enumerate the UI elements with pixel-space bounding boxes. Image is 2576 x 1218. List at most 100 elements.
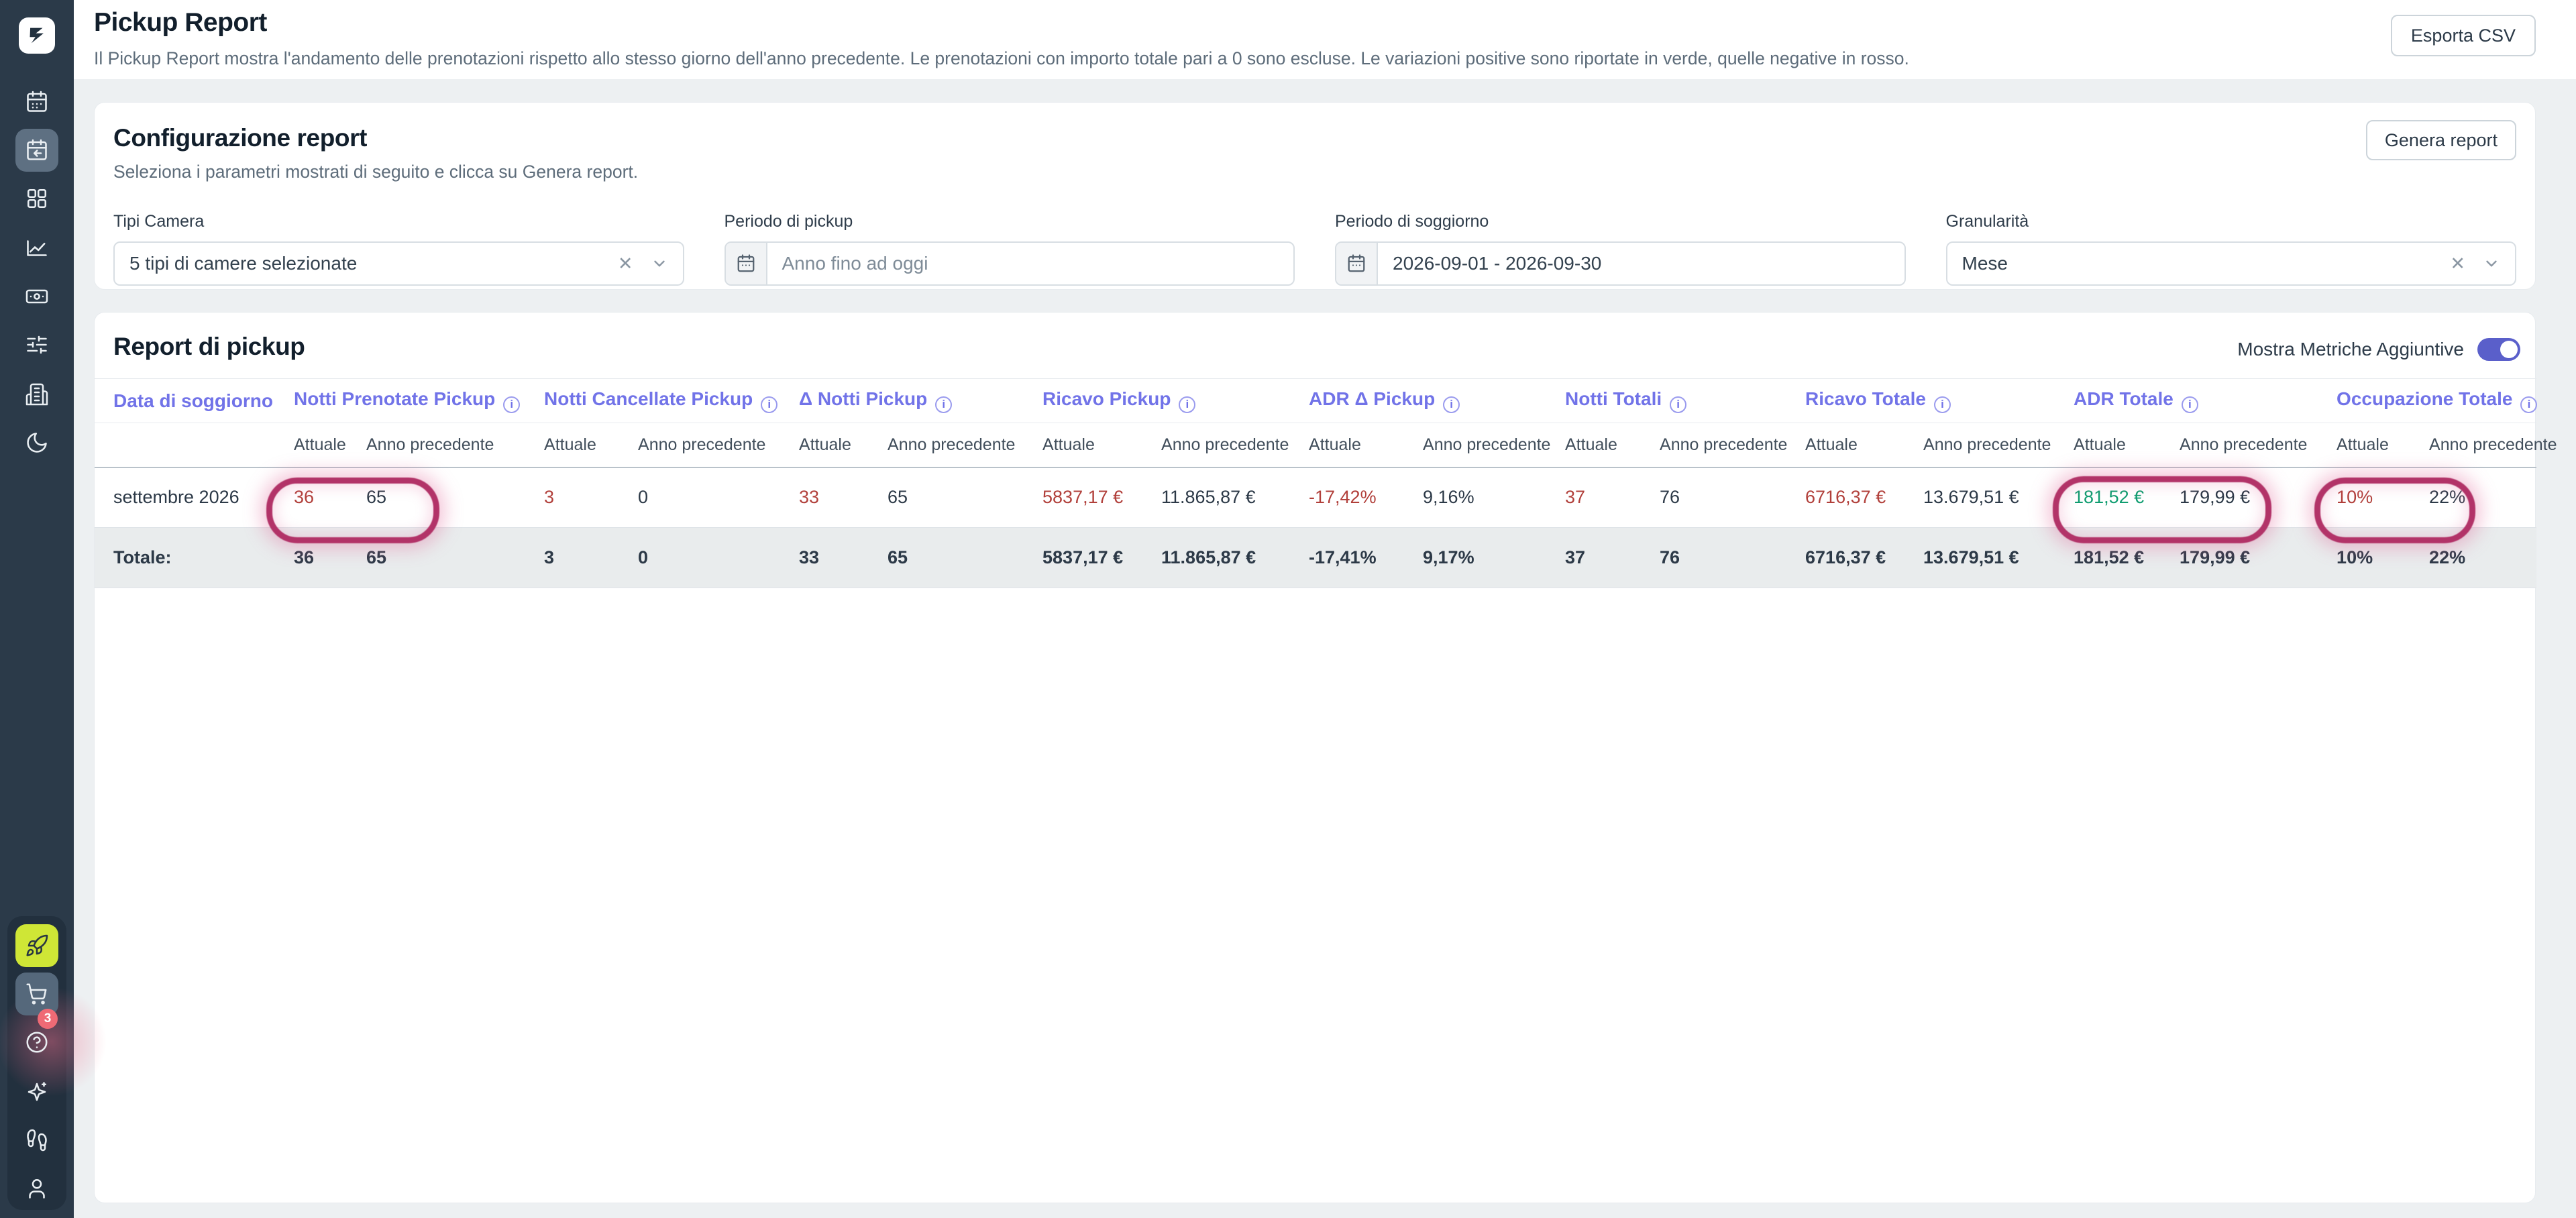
info-icon[interactable]: i <box>761 396 777 413</box>
column-group-header: Notti Cancellate Pickupi <box>544 379 799 423</box>
table-row: settembre 202636653033655837,17 €11.865,… <box>95 467 2536 528</box>
clear-icon[interactable]: ✕ <box>2450 254 2465 274</box>
cell-anno-precedente: 9,17% <box>1423 528 1565 588</box>
sidebar: 3 <box>0 0 74 1218</box>
filter-label: Periodo di soggiorno <box>1335 212 1906 231</box>
subheader-anno-precedente: Anno precedente <box>638 423 799 467</box>
cell-anno-precedente: 65 <box>888 467 1042 528</box>
pickup-report-page: 3 Pickup Report Il Pickup Report mostra … <box>0 0 2576 1218</box>
toggle-switch[interactable] <box>2477 338 2520 361</box>
pickup-table: Data di soggiornoNotti Prenotate Pickupi… <box>95 378 2536 588</box>
cell-attuale: 36 <box>294 528 366 588</box>
generate-report-button[interactable]: Genera report <box>2366 120 2516 160</box>
cell-attuale: 3 <box>544 528 638 588</box>
sparkles-icon <box>25 1080 49 1104</box>
cell-anno-precedente: 13.679,51 € <box>1923 467 2074 528</box>
subheader-attuale: Attuale <box>2074 423 2180 467</box>
subheader-attuale: Attuale <box>1309 423 1423 467</box>
subheader-anno-precedente: Anno precedente <box>1161 423 1309 467</box>
subheader-anno-precedente: Anno precedente <box>1923 423 2074 467</box>
cell-attuale: -17,41% <box>1309 528 1423 588</box>
filter-label: Periodo di pickup <box>724 212 1295 231</box>
info-icon[interactable]: i <box>1179 396 1195 413</box>
info-icon[interactable]: i <box>935 396 952 413</box>
grid-icon <box>25 186 49 211</box>
sidebar-item-ai[interactable] <box>15 1070 58 1113</box>
subheader-empty <box>95 423 294 467</box>
info-icon[interactable]: i <box>1443 396 1460 413</box>
subheader-attuale: Attuale <box>294 423 366 467</box>
footprints-icon <box>25 1128 49 1152</box>
cell-anno-precedente: 0 <box>638 467 799 528</box>
report-card: Report di pickup Mostra Metriche Aggiunt… <box>94 312 2536 1203</box>
pickup-period-value: Anno fino ad oggi <box>767 253 1294 274</box>
info-icon[interactable]: i <box>2182 396 2198 413</box>
sidebar-item-dark-mode[interactable] <box>15 421 58 464</box>
rocket-icon <box>25 934 49 958</box>
app-logo[interactable] <box>19 17 55 54</box>
info-icon[interactable]: i <box>1934 396 1951 413</box>
cell-attuale: 37 <box>1565 528 1660 588</box>
cell-attuale: 10% <box>2337 528 2429 588</box>
logo-bolt-icon <box>25 24 48 47</box>
granularity-select[interactable]: Mese ✕ <box>1946 241 2517 286</box>
filter-granularity: Granularità Mese ✕ <box>1946 212 2517 286</box>
sidebar-item-apps[interactable] <box>15 177 58 220</box>
cell-anno-precedente: 9,16% <box>1423 467 1565 528</box>
info-icon[interactable]: i <box>503 396 520 413</box>
room-types-select[interactable]: 5 tipi di camere selezionate ✕ <box>113 241 684 286</box>
cell-anno-precedente: 0 <box>638 528 799 588</box>
sidebar-item-rocket-promo[interactable] <box>15 924 58 967</box>
calendar-icon <box>1346 254 1366 274</box>
cell-attuale: 36 <box>294 467 366 528</box>
column-group-header: Notti Prenotate Pickupi <box>294 379 544 423</box>
page-description: Il Pickup Report mostra l'andamento dell… <box>94 48 1909 69</box>
cell-attuale: -17,42% <box>1309 467 1423 528</box>
sidebar-item-payments[interactable] <box>15 275 58 318</box>
info-icon[interactable]: i <box>2520 396 2537 413</box>
sidebar-item-settings[interactable] <box>15 323 58 366</box>
chevron-down-icon[interactable] <box>651 255 668 272</box>
sidebar-item-account[interactable] <box>15 1167 58 1210</box>
sidebar-item-pickup-report[interactable] <box>15 129 58 172</box>
cell-anno-precedente: 13.679,51 € <box>1923 528 2074 588</box>
sidebar-item-property[interactable] <box>15 373 58 416</box>
column-group-header: Ricavo Pickupi <box>1042 379 1309 423</box>
cell-attuale: 181,52 € <box>2074 528 2180 588</box>
filter-room-types: Tipi Camera 5 tipi di camere selezionate… <box>113 212 684 286</box>
info-icon[interactable]: i <box>1670 396 1686 413</box>
subheader-anno-precedente: Anno precedente <box>1660 423 1805 467</box>
filter-pickup-period: Periodo di pickup Anno fino ad oggi <box>724 212 1295 286</box>
cell-attuale: 5837,17 € <box>1042 467 1161 528</box>
user-icon <box>25 1176 49 1201</box>
granularity-value: Mese <box>1947 253 2451 274</box>
additional-metrics-toggle[interactable]: Mostra Metriche Aggiuntive <box>2237 338 2520 361</box>
subheader-anno-precedente: Anno precedente <box>2180 423 2337 467</box>
cell-anno-precedente: 179,99 € <box>2180 467 2337 528</box>
export-csv-button[interactable]: Esporta CSV <box>2391 15 2536 56</box>
filter-label: Granularità <box>1946 212 2517 231</box>
pickup-period-input[interactable]: Anno fino ad oggi <box>724 241 1295 286</box>
help-notification-badge: 3 <box>38 1009 58 1029</box>
topbar: Pickup Report Il Pickup Report mostra l'… <box>74 0 2576 79</box>
room-types-value: 5 tipi di camere selezionate <box>115 253 618 274</box>
clear-icon[interactable]: ✕ <box>618 254 633 274</box>
subheader-attuale: Attuale <box>1565 423 1660 467</box>
sidebar-item-cart[interactable] <box>15 973 58 1015</box>
subheader-attuale: Attuale <box>799 423 888 467</box>
sidebar-item-footprints[interactable] <box>15 1119 58 1162</box>
cell-attuale: 33 <box>799 467 888 528</box>
help-circle-icon <box>25 1030 49 1054</box>
cell-anno-precedente: 76 <box>1660 467 1805 528</box>
sidebar-item-calendar[interactable] <box>15 80 58 123</box>
chevron-down-icon[interactable] <box>2483 255 2500 272</box>
row-label: settembre 2026 <box>95 467 294 528</box>
calendar-prefix <box>1336 243 1378 284</box>
sidebar-item-analytics[interactable] <box>15 227 58 270</box>
cell-anno-precedente: 11.865,87 € <box>1161 467 1309 528</box>
sliders-icon <box>25 333 49 357</box>
stay-period-input[interactable]: 2026-09-01 - 2026-09-30 <box>1335 241 1906 286</box>
page-title: Pickup Report <box>94 8 267 38</box>
calendar-icon <box>25 90 49 114</box>
cell-anno-precedente: 11.865,87 € <box>1161 528 1309 588</box>
